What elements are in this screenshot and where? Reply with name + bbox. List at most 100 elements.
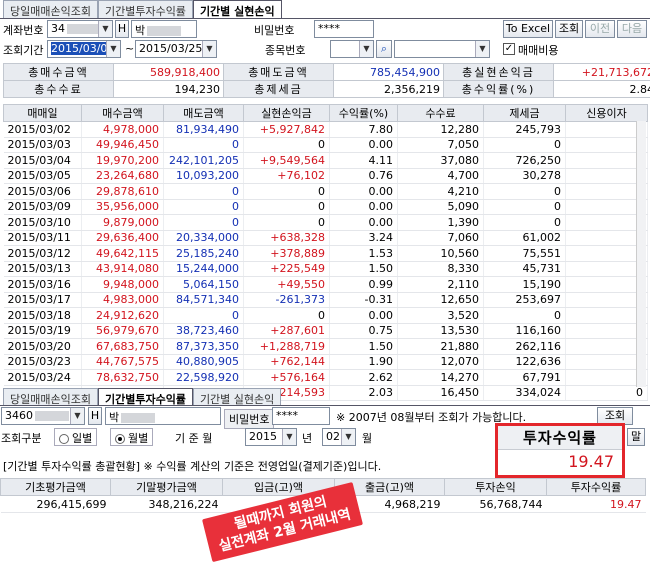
radio-monthly[interactable]: 월별 bbox=[110, 428, 154, 446]
table-row[interactable]: 2015/03/16 9,948,000 5,064,150 +49,550 0.99 2… bbox=[3, 276, 648, 293]
table-cell: 38,723,460 bbox=[163, 323, 244, 339]
table-cell: 84,571,340 bbox=[163, 292, 244, 308]
tab-period-return[interactable]: 기간별투자수익률 bbox=[97, 0, 193, 18]
table-row[interactable]: 2015/03/17 4,983,000 84,571,340 -261,373 -0.… bbox=[3, 292, 648, 308]
extra-button[interactable]: 말 bbox=[627, 428, 645, 446]
tab-period-return[interactable]: 기간별투자수익률 bbox=[97, 388, 193, 406]
chevron-down-icon[interactable]: ▼ bbox=[282, 429, 296, 445]
radio-selected-icon[interactable] bbox=[115, 434, 125, 444]
table-cell: 12,280 bbox=[397, 121, 484, 138]
summary-table: 총매수금액 589,918,400 총매도금액 785,454,900 총실현손… bbox=[3, 63, 650, 98]
margin-checkbox[interactable]: ✓ bbox=[503, 43, 515, 55]
table-row[interactable]: 2015/03/24 78,632,750 22,598,920 +576,164 2.… bbox=[3, 369, 648, 386]
table-row[interactable]: 2015/03/109,879,000000.001,39000 bbox=[3, 214, 648, 231]
column-header[interactable]: 매수금액 bbox=[81, 104, 164, 122]
total-return-label: 총수익률(%) bbox=[443, 80, 554, 98]
table-cell: 2,110 bbox=[397, 276, 484, 293]
realized-pnl-table: 매매일 매수금액 매도금액 실현손익금 수익률(%) 수수료 제세금 신용이자 2015/03… bbox=[3, 104, 648, 401]
table-row[interactable]: 2015/03/20 67,683,750 87,373,350 +1,288,719… bbox=[3, 338, 648, 355]
chevron-down-icon[interactable]: ▼ bbox=[70, 408, 84, 424]
chevron-down-icon[interactable]: ▼ bbox=[475, 41, 489, 57]
prev-button[interactable]: 이전 bbox=[585, 20, 615, 38]
next-button[interactable]: 다음 bbox=[617, 20, 647, 38]
stock-input[interactable]: ▼ bbox=[330, 40, 374, 58]
table-row[interactable]: 2015/03/0629,878,610000.004,21000 bbox=[3, 183, 648, 200]
tab-period-realized[interactable]: 기간별 실현손익 bbox=[192, 0, 282, 18]
top-tab-bar: 당일매매손익조회 기간별투자수익률 기간별 실현손익 bbox=[3, 0, 282, 18]
radio-daily[interactable]: 일별 bbox=[54, 428, 98, 446]
table-cell: +638,328 bbox=[243, 230, 330, 246]
table-cell: 2015/03/11 bbox=[3, 230, 82, 246]
total-fee-value: 194,230 bbox=[113, 80, 224, 98]
table-cell: 23,264,680 bbox=[81, 168, 164, 184]
tab-daily-pnl[interactable]: 당일매매손익조회 bbox=[3, 0, 98, 18]
calendar-dropdown-icon[interactable]: ▼ bbox=[202, 41, 216, 57]
tab-period-realized[interactable]: 기간별 실현손익 bbox=[192, 388, 282, 406]
date-to-input[interactable]: 2015/03/25 ▼ bbox=[135, 40, 217, 58]
query-button[interactable]: 조회 bbox=[555, 20, 583, 38]
table-cell: 0 bbox=[163, 214, 244, 231]
column-header[interactable]: 신용이자 bbox=[565, 104, 648, 122]
table-row[interactable]: 2015/03/19 56,979,670 38,723,460 +287,601 0.… bbox=[3, 323, 648, 339]
column-header[interactable]: 투자손익 bbox=[444, 478, 547, 496]
year-select[interactable]: 2015 ▼ bbox=[245, 428, 297, 446]
table-row[interactable]: 2015/03/1824,912,620000.003,52000 bbox=[3, 307, 648, 324]
table-scrollbar[interactable] bbox=[636, 121, 646, 387]
table-cell: 726,250 bbox=[483, 152, 566, 169]
column-header[interactable]: 수수료 bbox=[397, 104, 484, 122]
table-row[interactable]: 2015/03/12 49,642,115 25,185,240 +378,889 1.… bbox=[3, 245, 648, 262]
column-header[interactable]: 실현손익금 bbox=[243, 104, 330, 122]
margin-label: 매매비용 bbox=[518, 44, 559, 57]
account-input[interactable]: 34 ▼ bbox=[47, 20, 113, 38]
table-row[interactable]: 2015/03/0349,946,450000.007,05000 bbox=[3, 137, 648, 153]
to-excel-button[interactable]: To Excel bbox=[503, 20, 553, 38]
table-cell: 10,560 bbox=[397, 245, 484, 262]
column-header[interactable]: 제세금 bbox=[483, 104, 566, 122]
table-row[interactable]: 2015/03/13 43,914,080 15,244,000 +225,549 1.… bbox=[3, 261, 648, 277]
column-header[interactable]: 기초평가금액 bbox=[0, 478, 111, 496]
table-cell: 2015/03/12 bbox=[3, 245, 82, 262]
account-input[interactable]: 3460 ▼ bbox=[1, 407, 85, 425]
total-buy-label: 총매수금액 bbox=[3, 63, 114, 81]
table-cell: 0 bbox=[483, 307, 566, 324]
table-cell: 61,002 bbox=[483, 230, 566, 246]
stock-name-input[interactable]: ▼ bbox=[394, 40, 490, 58]
column-header[interactable]: 매도금액 bbox=[163, 104, 244, 122]
password-input[interactable]: **** bbox=[272, 407, 330, 425]
table-row[interactable]: 2015/03/02 4,978,000 81,934,490 +5,927,842 7… bbox=[3, 121, 648, 138]
column-header[interactable]: 투자수익률 bbox=[546, 478, 646, 496]
table-cell: 7,050 bbox=[397, 137, 484, 153]
table-header-row: 매매일 매수금액 매도금액 실현손익금 수익률(%) 수수료 제세금 신용이자 bbox=[3, 104, 648, 122]
column-header[interactable]: 기말평가금액 bbox=[110, 478, 223, 496]
table-cell: 49,946,450 bbox=[81, 137, 164, 153]
table-row[interactable]: 2015/03/23 44,767,575 40,880,905 +762,144 1.… bbox=[3, 354, 648, 370]
table-row[interactable]: 2015/03/0935,956,000000.005,09000 bbox=[3, 199, 648, 215]
column-header[interactable]: 수익률(%) bbox=[329, 104, 398, 122]
month-select[interactable]: 02 ▼ bbox=[322, 428, 356, 446]
table-row[interactable]: 2015/03/05 23,264,680 10,093,200 +76,102 0.7… bbox=[3, 168, 648, 184]
table-cell: 30,278 bbox=[483, 168, 566, 184]
calendar-dropdown-icon[interactable]: ▼ bbox=[106, 41, 120, 57]
chevron-down-icon[interactable]: ▼ bbox=[359, 41, 373, 57]
chevron-down-icon[interactable]: ▼ bbox=[98, 21, 112, 37]
date-from-input[interactable]: 2015/03/02 ▼ bbox=[47, 40, 121, 58]
table-cell: +76,102 bbox=[243, 168, 330, 184]
radio-icon[interactable] bbox=[59, 434, 69, 444]
total-tax-value: 2,356,219 bbox=[333, 80, 444, 98]
column-header[interactable]: 매매일 bbox=[3, 104, 82, 122]
year-unit: 년 bbox=[302, 432, 313, 445]
table-row[interactable]: 2015/03/04 19,970,200 242,101,205 +9,549,56… bbox=[3, 152, 648, 169]
tab-daily-pnl[interactable]: 당일매매손익조회 bbox=[3, 388, 98, 406]
table-cell: 2015/03/06 bbox=[3, 183, 82, 200]
table-cell: 0 bbox=[243, 183, 330, 200]
table-row[interactable]: 2015/03/11 29,636,400 20,334,000 +638,328 3.… bbox=[3, 230, 648, 246]
table-cell: 0 bbox=[163, 199, 244, 215]
h-button[interactable]: H bbox=[115, 20, 129, 38]
month-unit: 월 bbox=[362, 432, 373, 445]
chevron-down-icon[interactable]: ▼ bbox=[341, 429, 355, 445]
password-input[interactable]: **** bbox=[314, 20, 374, 38]
table-cell: 0 bbox=[483, 214, 566, 231]
table-cell: 0 bbox=[243, 307, 330, 324]
search-icon[interactable]: ⌕ bbox=[376, 40, 392, 58]
h-button[interactable]: H bbox=[88, 407, 102, 425]
